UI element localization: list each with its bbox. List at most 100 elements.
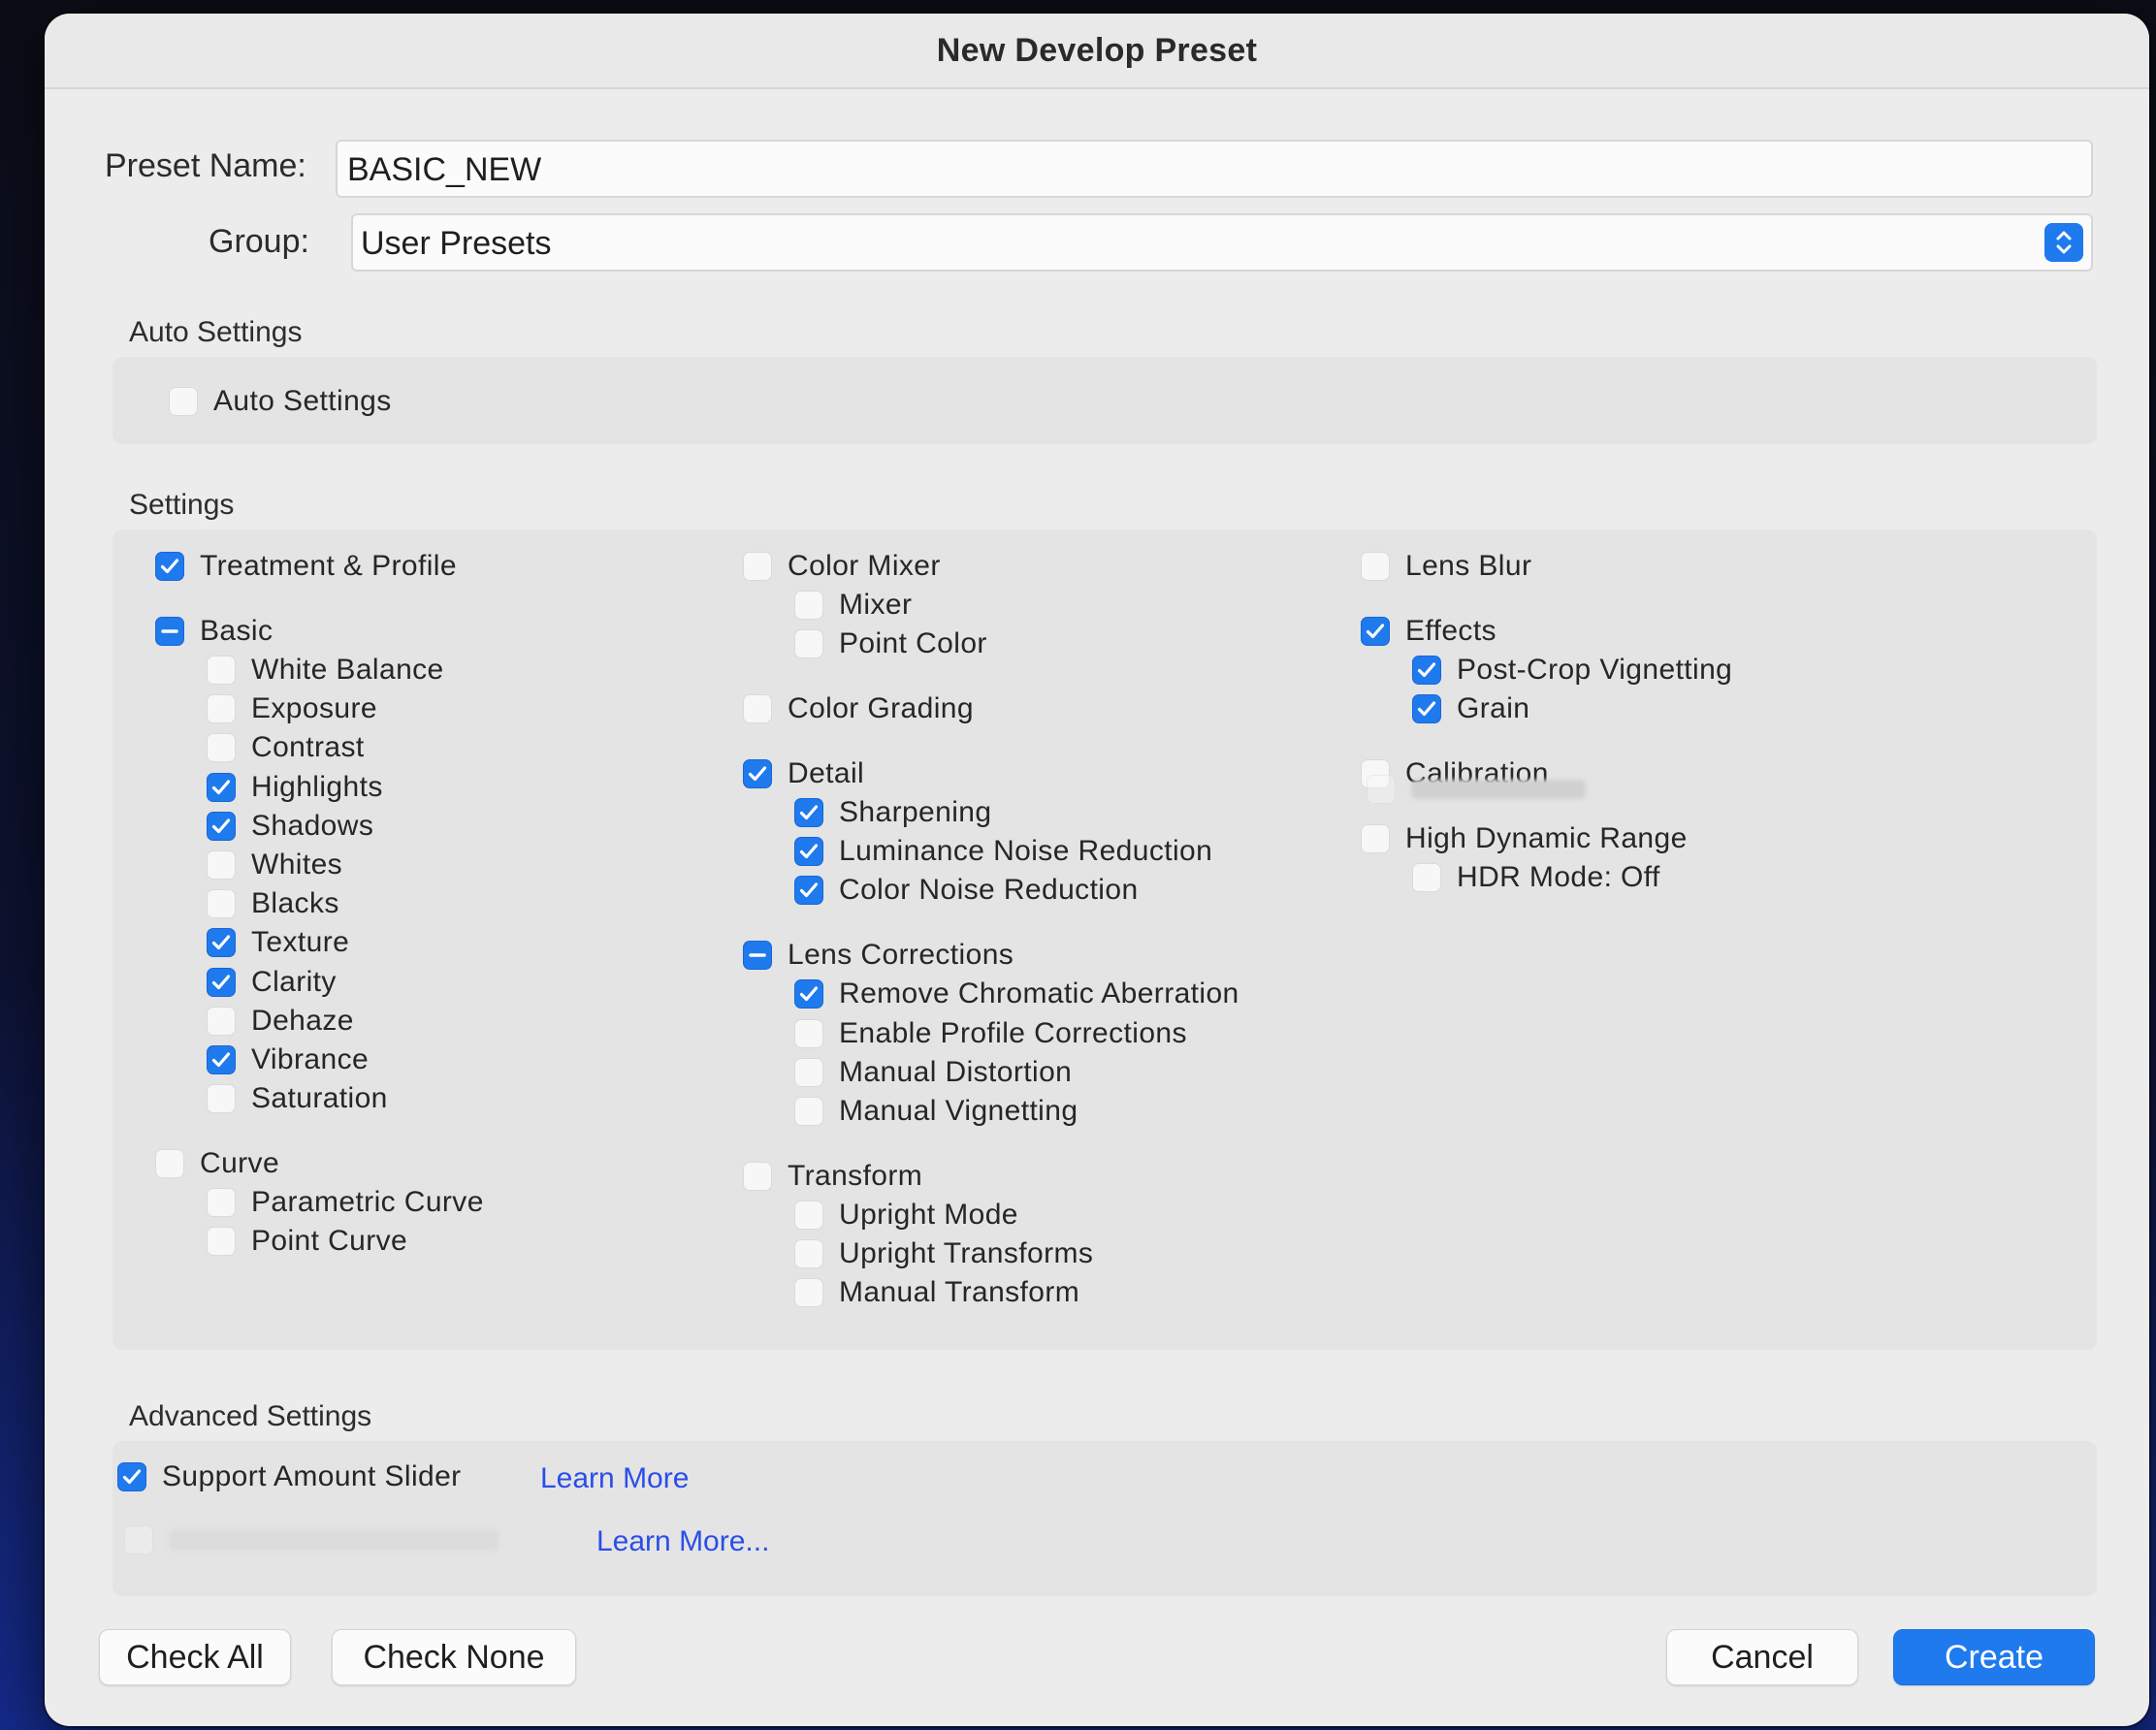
checkbox-empty[interactable] bbox=[743, 1162, 772, 1191]
checkmark-icon[interactable] bbox=[207, 968, 236, 997]
checkbox-label: Manual Distortion bbox=[839, 1056, 1073, 1088]
checkmark-icon[interactable] bbox=[794, 798, 823, 827]
advanced-settings-heading: Advanced Settings bbox=[129, 1400, 372, 1432]
checkbox-empty[interactable] bbox=[155, 1149, 184, 1178]
checkbox-empty[interactable] bbox=[1412, 863, 1441, 892]
checkbox-empty[interactable] bbox=[794, 1097, 823, 1126]
checkbox-exposure[interactable]: Exposure bbox=[207, 689, 377, 728]
checkbox-dehaze[interactable]: Dehaze bbox=[207, 1002, 354, 1041]
dash-icon[interactable] bbox=[743, 941, 772, 970]
checkbox-texture[interactable]: Texture bbox=[207, 923, 349, 962]
checkbox-parametric-curve[interactable]: Parametric Curve bbox=[207, 1183, 484, 1222]
checkmark-icon[interactable] bbox=[794, 876, 823, 905]
checkbox-treatment-profile[interactable]: Treatment & Profile bbox=[155, 547, 457, 586]
checkbox-empty[interactable] bbox=[207, 850, 236, 880]
checkbox-blacks[interactable]: Blacks bbox=[207, 884, 339, 923]
checkbox-high-dynamic-range[interactable]: High Dynamic Range bbox=[1361, 819, 1688, 858]
checkbox-effects[interactable]: Effects bbox=[1361, 612, 1496, 651]
checkmark-icon[interactable] bbox=[1412, 694, 1441, 723]
checkbox-manual-distortion[interactable]: Manual Distortion bbox=[794, 1053, 1072, 1092]
checkbox-contrast[interactable]: Contrast bbox=[207, 728, 365, 767]
checkbox-empty[interactable] bbox=[207, 889, 236, 918]
checkbox-empty[interactable] bbox=[207, 694, 236, 723]
checkbox-whites[interactable]: Whites bbox=[207, 846, 342, 884]
group-select[interactable]: User Presets bbox=[351, 213, 2093, 272]
checkbox-color-grading[interactable]: Color Grading bbox=[743, 689, 974, 728]
checkbox-empty[interactable] bbox=[794, 1201, 823, 1230]
check-all-button[interactable]: Check All bbox=[99, 1629, 291, 1685]
checkbox-manual-vignetting[interactable]: Manual Vignetting bbox=[794, 1092, 1078, 1131]
checkbox-color-noise-reduction[interactable]: Color Noise Reduction bbox=[794, 871, 1139, 910]
checkbox-grain[interactable]: Grain bbox=[1412, 689, 1529, 728]
checkbox-remove-chromatic-aberration[interactable]: Remove Chromatic Aberration bbox=[794, 975, 1239, 1013]
checkbox-empty[interactable] bbox=[207, 1188, 236, 1217]
create-button[interactable]: Create bbox=[1893, 1629, 2095, 1685]
checkbox-lens-blur[interactable]: Lens Blur bbox=[1361, 547, 1531, 586]
checkbox-white-balance[interactable]: White Balance bbox=[207, 651, 444, 689]
checkbox-luminance-noise-reduction[interactable]: Luminance Noise Reduction bbox=[794, 832, 1212, 871]
checkbox-empty[interactable] bbox=[794, 629, 823, 658]
checkbox-empty[interactable] bbox=[794, 1058, 823, 1087]
chevron-up-down-icon[interactable] bbox=[2044, 223, 2083, 262]
checkbox-vibrance[interactable]: Vibrance bbox=[207, 1041, 369, 1079]
checkbox-transform[interactable]: Transform bbox=[743, 1157, 922, 1196]
checkbox-detail[interactable]: Detail bbox=[743, 754, 864, 793]
checkbox-empty[interactable] bbox=[794, 1239, 823, 1268]
checkbox-shadows[interactable]: Shadows bbox=[207, 807, 373, 846]
preset-name-input[interactable]: BASIC_NEW bbox=[336, 140, 2093, 198]
checkbox-curve[interactable]: Curve bbox=[155, 1144, 279, 1183]
checkbox-sharpening[interactable]: Sharpening bbox=[794, 793, 991, 832]
checkmark-icon[interactable] bbox=[743, 759, 772, 788]
checkbox-mixer[interactable]: Mixer bbox=[794, 586, 912, 625]
checkbox-empty[interactable] bbox=[743, 552, 772, 581]
checkbox-empty[interactable] bbox=[1361, 552, 1390, 581]
checkbox-hdr-mode-off[interactable]: HDR Mode: Off bbox=[1412, 858, 1660, 897]
checkbox-highlights[interactable]: Highlights bbox=[207, 768, 383, 807]
checkbox-saturation[interactable]: Saturation bbox=[207, 1079, 388, 1118]
checkbox-label: Manual Vignetting bbox=[839, 1095, 1078, 1127]
checkbox-label: White Balance bbox=[251, 654, 444, 686]
checkbox-empty[interactable] bbox=[794, 1278, 823, 1307]
cancel-button[interactable]: Cancel bbox=[1666, 1629, 1858, 1685]
checkbox-post-crop-vignetting[interactable]: Post-Crop Vignetting bbox=[1412, 651, 1732, 689]
checkbox-empty[interactable] bbox=[207, 656, 236, 685]
checkbox-upright-mode[interactable]: Upright Mode bbox=[794, 1196, 1018, 1234]
dash-icon[interactable] bbox=[155, 617, 184, 646]
checkbox-manual-transform[interactable]: Manual Transform bbox=[794, 1273, 1079, 1312]
checkbox-point-color[interactable]: Point Color bbox=[794, 625, 987, 663]
checkmark-icon[interactable] bbox=[794, 837, 823, 866]
checkbox-label: Dehaze bbox=[251, 1005, 354, 1037]
checkmark-icon[interactable] bbox=[155, 552, 184, 581]
checkbox-empty[interactable] bbox=[207, 733, 236, 762]
checkbox-lens-corrections[interactable]: Lens Corrections bbox=[743, 936, 1014, 975]
checkbox-color-mixer[interactable]: Color Mixer bbox=[743, 547, 941, 586]
checkbox-on[interactable] bbox=[117, 1462, 146, 1491]
auto-settings-checkbox[interactable]: Auto Settings bbox=[169, 382, 392, 421]
learn-more-link-2[interactable]: Learn More... bbox=[596, 1525, 769, 1558]
checkbox-empty[interactable] bbox=[207, 1084, 236, 1113]
checkmark-icon[interactable] bbox=[207, 928, 236, 957]
checkmark-icon[interactable] bbox=[207, 773, 236, 802]
checkbox-basic[interactable]: Basic bbox=[155, 612, 273, 651]
checkmark-icon[interactable] bbox=[794, 979, 823, 1009]
checkbox-label: Texture bbox=[251, 926, 350, 958]
checkbox-empty[interactable] bbox=[207, 1227, 236, 1256]
checkbox-enable-profile-corrections[interactable]: Enable Profile Corrections bbox=[794, 1014, 1187, 1053]
check-none-button[interactable]: Check None bbox=[332, 1629, 576, 1685]
checkmark-icon[interactable] bbox=[207, 1045, 236, 1074]
checkbox-empty[interactable] bbox=[794, 1019, 823, 1048]
checkbox-empty[interactable] bbox=[794, 591, 823, 620]
checkbox-upright-transforms[interactable]: Upright Transforms bbox=[794, 1234, 1093, 1273]
checkmark-icon[interactable] bbox=[1361, 617, 1390, 646]
checkbox-clarity[interactable]: Clarity bbox=[207, 963, 337, 1002]
checkbox-off[interactable] bbox=[169, 387, 198, 416]
checkbox-empty[interactable] bbox=[207, 1007, 236, 1036]
checkbox-empty[interactable] bbox=[1361, 824, 1390, 853]
checkbox-label: Parametric Curve bbox=[251, 1186, 484, 1218]
checkbox-empty[interactable] bbox=[743, 694, 772, 723]
checkmark-icon[interactable] bbox=[1412, 656, 1441, 685]
checkmark-icon[interactable] bbox=[207, 812, 236, 841]
support-amount-slider-checkbox[interactable]: Support Amount Slider bbox=[117, 1458, 462, 1496]
learn-more-link[interactable]: Learn More bbox=[540, 1462, 689, 1495]
checkbox-point-curve[interactable]: Point Curve bbox=[207, 1222, 407, 1261]
